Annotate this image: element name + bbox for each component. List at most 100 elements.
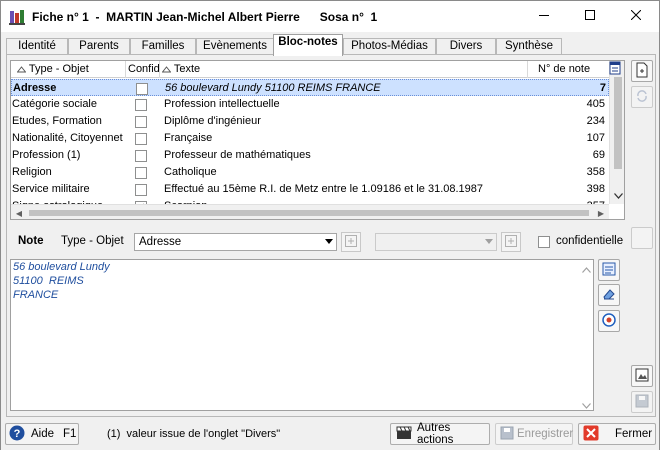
close-window-button[interactable] [613, 1, 659, 32]
blank-side-button[interactable] [631, 227, 653, 249]
media-icon [635, 368, 649, 385]
note-textarea[interactable]: 56 boulevard Lundy 51100 REIMS FRANCE [10, 259, 594, 411]
tab-parents[interactable]: Parents [68, 38, 130, 55]
spell-check-button[interactable] [598, 310, 620, 332]
tab-evenements[interactable]: Evènements [196, 38, 274, 55]
grid-vertical-scrollbar[interactable]: ▲ [609, 61, 624, 204]
type-objet-select[interactable]: Adresse [134, 233, 337, 251]
scroll-thumb[interactable] [614, 77, 622, 169]
table-row[interactable]: Etudes, Formation Diplôme d'ingénieur 23… [11, 113, 609, 130]
row-num: 405 [586, 98, 605, 110]
table-row[interactable]: Nationalité, Citoyennet Française 107 [11, 130, 609, 147]
window-title: Fiche n° 1 - MARTIN Jean-Michel Albert P… [32, 10, 378, 24]
row-num: 358 [586, 166, 605, 178]
row-confid-checkbox[interactable] [135, 184, 147, 196]
header-type[interactable]: Type - Objet [11, 61, 126, 78]
more-actions-button[interactable]: Autres actions [390, 422, 490, 446]
format-text-button[interactable] [598, 259, 620, 281]
row-type: Service militaire [12, 183, 90, 195]
scroll-down-icon[interactable] [582, 400, 591, 412]
chevron-down-icon [325, 239, 333, 244]
tab-synthese[interactable]: Synthèse [496, 38, 562, 55]
row-type: Adresse [13, 82, 57, 94]
help-icon: ? [9, 425, 25, 444]
row-type: Catégorie sociale [12, 98, 97, 110]
maximize-button[interactable] [567, 1, 613, 32]
row-confid-checkbox[interactable] [135, 133, 147, 145]
row-num: 7 [599, 82, 606, 94]
scroll-down-icon[interactable] [610, 188, 624, 204]
confidential-label: confidentielle [556, 235, 624, 247]
minimize-button[interactable] [521, 1, 567, 32]
row-confid-checkbox[interactable] [135, 116, 147, 128]
help-button[interactable]: ? Aide F1 [5, 423, 79, 445]
tab-photos-medias[interactable]: Photos-Médias [343, 38, 436, 55]
scroll-right-icon[interactable]: ▶ [593, 205, 609, 219]
scroll-up-icon[interactable] [582, 264, 591, 276]
refresh-icon [635, 89, 649, 106]
grid-header: Type - Objet Confid. Texte N° de note [11, 61, 609, 78]
row-num: 234 [586, 115, 605, 127]
grid-horizontal-scrollbar[interactable]: ◀ ▶ [11, 204, 609, 219]
secondary-select[interactable] [375, 233, 497, 251]
row-type: Profession (1) [12, 149, 81, 161]
row-confid-checkbox[interactable] [135, 150, 147, 162]
minimize-icon [539, 10, 549, 23]
status-message: (1) valeur issue de l'onglet "Divers" [107, 428, 281, 440]
save-note-button[interactable] [631, 391, 653, 413]
confidential-checkbox[interactable] [538, 236, 550, 248]
row-confid-checkbox[interactable] [135, 99, 147, 111]
tab-bloc-notes[interactable]: Bloc-notes [273, 34, 343, 56]
row-text: Française [164, 132, 213, 144]
row-confid-checkbox[interactable] [136, 83, 148, 95]
save-icon [635, 394, 649, 411]
row-text: Catholique [164, 166, 217, 178]
row-num: 107 [586, 132, 605, 144]
tab-identite[interactable]: Identité [6, 38, 68, 55]
row-text: Diplôme d'ingénieur [164, 115, 261, 127]
row-num: 69 [592, 149, 605, 161]
scroll-thumb[interactable] [29, 210, 589, 216]
note-line: FRANCE [13, 289, 59, 301]
header-num[interactable]: N° de note [528, 61, 609, 78]
table-row[interactable]: Catégorie sociale Profession intellectue… [11, 96, 609, 113]
table-row[interactable]: Religion Catholique 358 [11, 164, 609, 181]
header-text[interactable]: Texte [160, 61, 528, 78]
scroll-left-icon[interactable]: ◀ [11, 205, 27, 219]
eraser-icon [602, 287, 616, 304]
note-label: Note [18, 235, 44, 247]
tab-divers[interactable]: Divers [436, 38, 496, 55]
row-text: Profession intellectuelle [164, 98, 280, 110]
tab-familles[interactable]: Familles [130, 38, 196, 55]
sort-up-icon [161, 63, 174, 75]
add-secondary-button[interactable] [501, 232, 521, 252]
row-text: Effectué au 15ème R.I. de Metz entre le … [164, 183, 484, 195]
close-button[interactable]: Fermer [578, 423, 656, 445]
row-type: Nationalité, Citoyennet [12, 132, 123, 144]
type-objet-label: Type - Objet [61, 235, 124, 247]
chevron-down-icon [485, 239, 493, 244]
table-row[interactable]: Adresse 56 boulevard Lundy 51100 REIMS F… [11, 79, 609, 96]
table-row[interactable]: Profession (1) Professeur de mathématiqu… [11, 147, 609, 164]
save-button[interactable]: Enregistrer [495, 423, 573, 445]
note-vertical-scrollbar[interactable] [579, 260, 593, 410]
spellcheck-icon [602, 312, 616, 330]
status-bar: ? Aide F1 (1) valeur issue de l'onglet "… [1, 420, 659, 450]
row-text: 56 boulevard Lundy 51100 REIMS FRANCE [165, 82, 381, 94]
add-icon [505, 234, 517, 250]
add-note-button[interactable] [631, 60, 653, 82]
media-button[interactable] [631, 365, 653, 387]
maximize-icon [585, 10, 595, 23]
column-settings-icon[interactable] [609, 61, 621, 78]
refresh-button[interactable] [631, 86, 653, 108]
note-line: 51100 REIMS [13, 275, 84, 287]
new-document-icon [635, 62, 649, 81]
header-confid[interactable]: Confid. [126, 61, 160, 78]
row-type: Etudes, Formation [12, 115, 102, 127]
table-row[interactable]: Service militaire Effectué au 15ème R.I.… [11, 181, 609, 198]
notepad-icon [602, 262, 616, 279]
row-confid-checkbox[interactable] [135, 167, 147, 179]
clapperboard-icon [396, 426, 412, 443]
erase-button[interactable] [598, 284, 620, 306]
add-type-button[interactable] [341, 232, 361, 252]
